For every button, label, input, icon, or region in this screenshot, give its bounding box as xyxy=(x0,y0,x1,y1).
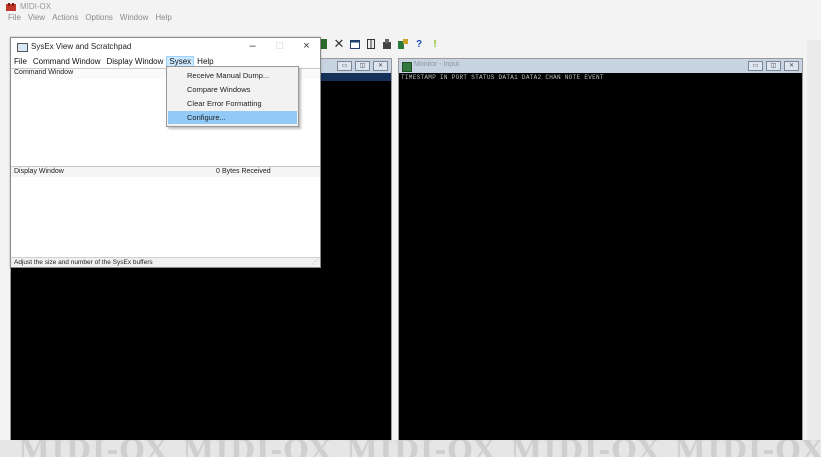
sysex-menu-sysex[interactable]: Sysex xyxy=(166,55,195,67)
display-window-area[interactable] xyxy=(11,177,320,257)
left-window-close-button[interactable]: ✕ xyxy=(373,61,388,71)
monitor-icon xyxy=(402,62,412,72)
sysex-window-icon xyxy=(17,43,28,52)
sysex-title-bar[interactable]: SysEx View and Scratchpad – □ × xyxy=(11,38,320,55)
left-window-minimize-button[interactable]: ▭ xyxy=(337,61,352,71)
sysex-menu-file[interactable]: File xyxy=(11,57,30,66)
sysex-close-button[interactable]: × xyxy=(293,38,320,55)
bytes-received-label: Bytes Received xyxy=(222,168,271,175)
midiox-app-icon xyxy=(6,3,16,11)
menu-view[interactable]: View xyxy=(28,13,45,25)
panel-icon[interactable] xyxy=(366,39,376,49)
sysex-menu-help[interactable]: Help xyxy=(194,57,216,66)
menu-help[interactable]: Help xyxy=(155,13,171,25)
menu-item-compare-windows[interactable]: Compare Windows xyxy=(168,83,297,96)
sysex-maximize-button[interactable]: □ xyxy=(266,38,293,55)
bytes-received-count: 0 xyxy=(216,168,220,175)
menu-file[interactable]: File xyxy=(8,13,21,25)
sysex-dropdown-menu: Receive Manual Dump... Compare Windows C… xyxy=(166,66,299,127)
midi-port-icon[interactable] xyxy=(382,39,392,49)
watermark-text: MIDI-OX xyxy=(18,440,169,457)
app-title-bar: MIDI-OX xyxy=(0,0,821,13)
monitor-minimize-button[interactable]: ▭ xyxy=(748,61,763,71)
menu-item-clear-error-formatting[interactable]: Clear Error Formatting xyxy=(168,97,297,110)
main-menu-bar: File View Actions Options Window Help xyxy=(8,13,179,25)
toolbar: ✕ ? ! xyxy=(318,36,440,51)
window-icon[interactable] xyxy=(350,39,360,49)
watermark-text: MIDI-OX xyxy=(510,440,661,457)
monitor-column-header: TIMESTAMP IN PORT STATUS DATA1 DATA2 CHA… xyxy=(401,74,604,81)
sysex-minimize-button[interactable]: – xyxy=(239,38,266,55)
menu-options[interactable]: Options xyxy=(85,13,113,25)
menu-item-configure[interactable]: Configure... xyxy=(168,111,297,124)
monitor-close-button[interactable]: ✕ xyxy=(784,61,799,71)
app-title: MIDI-OX xyxy=(20,2,52,11)
sysex-menu-command-window[interactable]: Command Window xyxy=(30,57,104,66)
menu-actions[interactable]: Actions xyxy=(52,13,78,25)
watermark-text: MIDI-OX xyxy=(346,440,497,457)
menu-window[interactable]: Window xyxy=(120,13,148,25)
help-icon[interactable]: ? xyxy=(414,39,424,50)
sysex-menu-display-window[interactable]: Display Window xyxy=(103,57,166,66)
sysex-window-title: SysEx View and Scratchpad xyxy=(31,42,132,51)
monitor-input-window[interactable]: Monitor - Input ▭ ◫ ✕ TIMESTAMP IN PORT … xyxy=(398,58,803,444)
watermark-text: MIDI-OX xyxy=(182,440,333,457)
device-icon[interactable] xyxy=(398,39,408,49)
display-window-label: Display Window xyxy=(14,168,64,175)
midiox-watermark: MIDI-OX MIDI-OX MIDI-OX MIDI-OX MIDI-OX xyxy=(0,440,821,457)
resize-grip-icon[interactable]: ⋰ xyxy=(312,258,319,266)
monitor-restore-button[interactable]: ◫ xyxy=(766,61,781,71)
alert-icon[interactable]: ! xyxy=(430,39,440,50)
sysex-status-bar: Adjust the size and number of the SysEx … xyxy=(11,257,320,267)
monitor-title: Monitor - Input xyxy=(414,61,460,68)
background-edge xyxy=(807,40,821,444)
menu-item-receive-manual-dump[interactable]: Receive Manual Dump... xyxy=(168,69,297,82)
delete-icon[interactable]: ✕ xyxy=(334,36,345,51)
left-window-restore-button[interactable]: ◫ xyxy=(355,61,370,71)
monitor-title-bar[interactable]: Monitor - Input ▭ ◫ ✕ xyxy=(399,59,802,73)
watermark-text: MIDI-OX xyxy=(674,440,821,457)
